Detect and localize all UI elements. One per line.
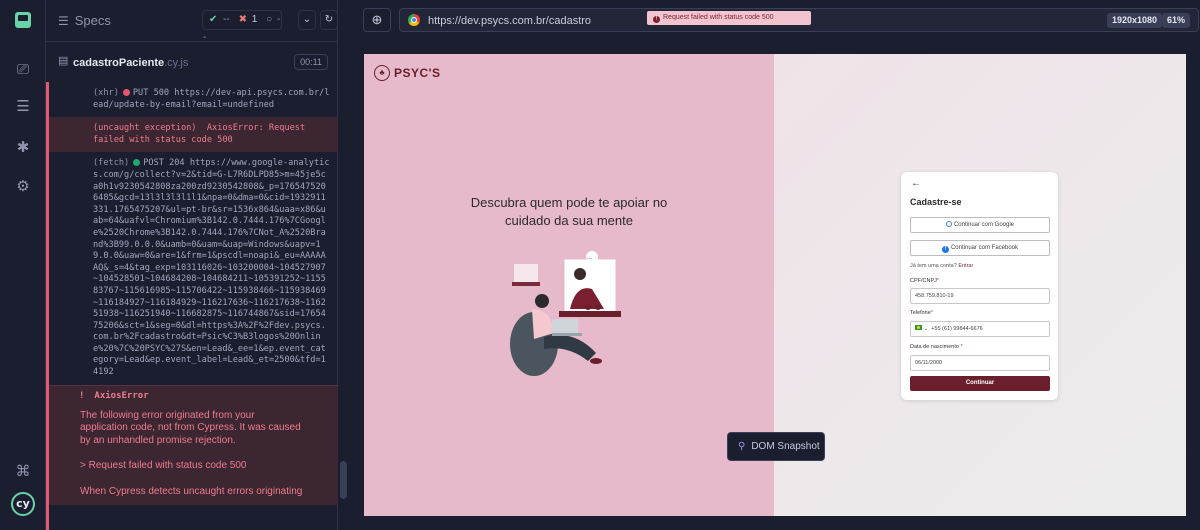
url-text: https://dev.psycs.com.br/cadastro (428, 15, 592, 27)
psycs-logo[interactable]: ♣ PSYC'S (374, 64, 441, 82)
svg-text:...: ... (587, 254, 593, 261)
cypress-logo-icon: cy (11, 492, 35, 516)
debug-icon[interactable]: ✱ (13, 138, 33, 158)
tree-logo-icon: ♣ (374, 64, 390, 81)
login-prompt: Já tem uma conta? Entrar (910, 263, 974, 269)
error-toast: ! Request failed with status code 500 (647, 11, 811, 25)
file-icon: ▤ (58, 55, 69, 67)
country-chevron-icon[interactable]: ⌄ (924, 326, 928, 332)
keyboard-shortcuts-icon[interactable]: ⌘ (13, 462, 33, 482)
specs-icon[interactable]: ⎚ (13, 60, 33, 80)
specs-toggle[interactable]: ☰ Specs (58, 13, 111, 28)
signup-title: Cadastre-se (910, 197, 962, 207)
reporter-panel: ☰ Specs ✔ -- ✖ 1 ○ -- ⌄ ↻ ▤ cadastroPacie… (46, 0, 338, 530)
menu-icon: ☰ (58, 14, 69, 28)
hero-pane: ♣ PSYC'S Descubra quem pode te apoiar no … (364, 54, 774, 516)
stats-counts: ✔ -- ✖ 1 ○ -- (202, 10, 282, 43)
reporter-header: ☰ Specs ✔ -- ✖ 1 ○ -- ⌄ ↻ (46, 0, 340, 43)
runs-icon[interactable]: ☰ (13, 97, 33, 117)
facebook-icon: f (941, 246, 949, 253)
birth-date-input[interactable]: 06/11/2000 (910, 355, 1050, 371)
signup-card: ← Cadastre-se Continuar com Google f Cont… (901, 172, 1058, 400)
error-panel: ! AxiosError The following error originat… (49, 384, 338, 505)
test-stats: ✔ -- ✖ 1 ○ -- ⌄ ↻ (202, 10, 340, 43)
x-icon: ✖ (238, 14, 248, 25)
status-dot-success (133, 159, 141, 167)
pending-icon: ○ (266, 14, 273, 25)
hero-title: Descubra quem pode te apoiar no cuidado … (470, 195, 668, 228)
failed-count: 1 (251, 14, 258, 25)
zoom-badge[interactable]: 61% (1162, 13, 1191, 28)
phone-input[interactable]: ⌄ +55 (61) 99844-6676 (910, 321, 1050, 337)
nav-rail: ⎚ ☰ ✱ ⚙ ⌘ cy (0, 0, 46, 530)
spec-duration: 00:11 (294, 54, 328, 70)
error-icon: ! (79, 390, 85, 401)
google-icon (945, 221, 952, 227)
rerun-icon[interactable]: ↻ (320, 10, 338, 30)
continue-button[interactable]: Continuar (910, 376, 1050, 391)
log-entry-fetch[interactable]: (fetch) POST 204 https://www.google-analy… (49, 152, 338, 384)
cpf-label: CPF/CNPJ* (910, 278, 940, 284)
chevron-down-icon[interactable]: ⌄ (298, 10, 316, 30)
specs-label: Specs (74, 13, 111, 28)
alert-icon: ! (653, 16, 660, 23)
spec-file-header: ▤ cadastroPaciente.cy.js 00:11 (46, 52, 338, 74)
google-signin-button[interactable]: Continuar com Google (910, 217, 1050, 233)
app-logo-icon[interactable] (15, 12, 31, 28)
viewport-size-badge[interactable]: 1920x1080 (1107, 13, 1163, 28)
settings-gear-icon[interactable]: ⚙ (13, 177, 33, 197)
chrome-icon (408, 14, 420, 26)
check-icon: ✔ (209, 14, 218, 25)
birth-label: Data de nascimento * (910, 344, 963, 350)
error-message: The following error originated from your… (80, 409, 303, 498)
selector-playground-icon[interactable]: ⊕ (363, 8, 391, 32)
dom-snapshot-badge[interactable]: ⚲ DOM Snapshot (727, 432, 825, 461)
therapy-illustration: ... (510, 251, 621, 376)
cpf-input[interactable]: 458.759.810-19 (910, 288, 1050, 304)
log-entry-uncaught-exception[interactable]: (uncaught exception) AxiosError: Request… (49, 117, 338, 153)
command-log: (xhr) PUT 500 https://dev-api.psycs.com.b… (46, 82, 338, 530)
pin-icon: ⚲ (738, 441, 746, 452)
brazil-flag-icon (915, 325, 922, 330)
spec-file-name: cadastroPaciente.cy.js (73, 57, 189, 69)
log-entry-xhr[interactable]: (xhr) PUT 500 https://dev-api.psycs.com.b… (49, 82, 338, 117)
status-dot-error (122, 89, 130, 96)
error-title: AxiosError (94, 390, 149, 401)
reporter-scrollbar[interactable] (340, 461, 347, 499)
passed-count: -- (223, 14, 230, 25)
back-arrow-icon[interactable]: ← (911, 178, 921, 189)
login-link[interactable]: Entrar (958, 263, 973, 269)
cypress-runner: ⎚ ☰ ✱ ⚙ ⌘ cy ☰ Specs ✔ -- ✖ 1 ○ -- ⌄ ↻ ▤… (0, 0, 1200, 530)
facebook-signin-button[interactable]: f Continuar com Facebook (910, 240, 1050, 256)
phone-label: Telefone* (910, 310, 933, 316)
